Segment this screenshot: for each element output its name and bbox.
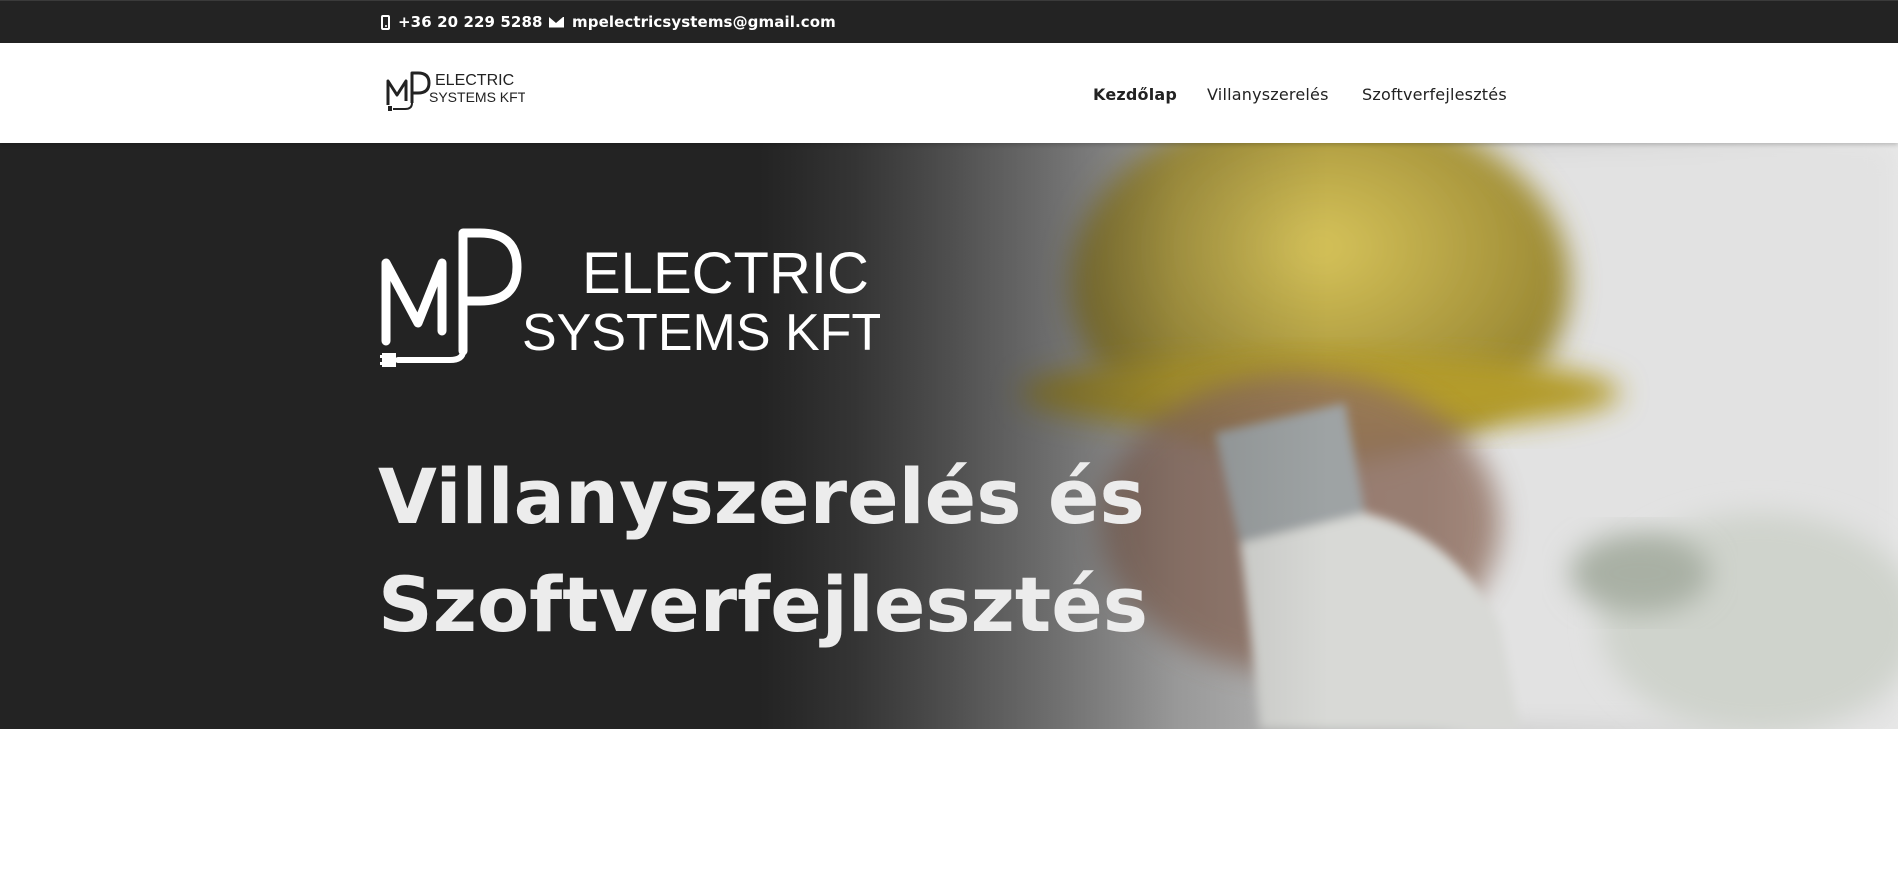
headline-line1: Villanyszerelés és (378, 452, 1145, 541)
logo-line1: ELECTRIC (435, 72, 514, 89)
hero-headline: Villanyszerelés és Szoftverfejlesztés (378, 443, 1178, 659)
email-link[interactable]: mpelectricsystems@gmail.com (549, 13, 836, 31)
site-header: ELECTRIC SYSTEMS KFT Kezdőlap Villanysze… (0, 43, 1898, 143)
hero-logo-line1: ELECTRIC (582, 241, 869, 306)
hero-logo-line2: SYSTEMS KFT (522, 304, 880, 362)
nav-villanyszereles[interactable]: Villanyszerelés (1207, 85, 1329, 104)
envelope-icon (549, 16, 564, 28)
plug-icon (382, 353, 396, 367)
hero-logo: ELECTRIC SYSTEMS KFT (380, 228, 880, 367)
phone-icon (381, 14, 390, 30)
hero-section: ELECTRIC SYSTEMS KFT Villanyszerelés és … (0, 143, 1898, 729)
phone-link[interactable]: +36 20 229 5288 (381, 13, 543, 31)
logo-line2: SYSTEMS KFT (429, 89, 525, 105)
content-area (0, 729, 1898, 886)
site-logo[interactable]: ELECTRIC SYSTEMS KFT (385, 67, 525, 113)
top-bar: +36 20 229 5288 mpelectricsystems@gmail.… (0, 0, 1898, 43)
phone-number: +36 20 229 5288 (398, 13, 543, 31)
nav-kezdolap[interactable]: Kezdőlap (1093, 85, 1177, 104)
headline-line2: Szoftverfejlesztés (378, 560, 1148, 649)
nav-szoftverfejlesztes[interactable]: Szoftverfejlesztés (1362, 85, 1507, 104)
email-address: mpelectricsystems@gmail.com (572, 13, 836, 31)
plug-icon (388, 106, 392, 111)
